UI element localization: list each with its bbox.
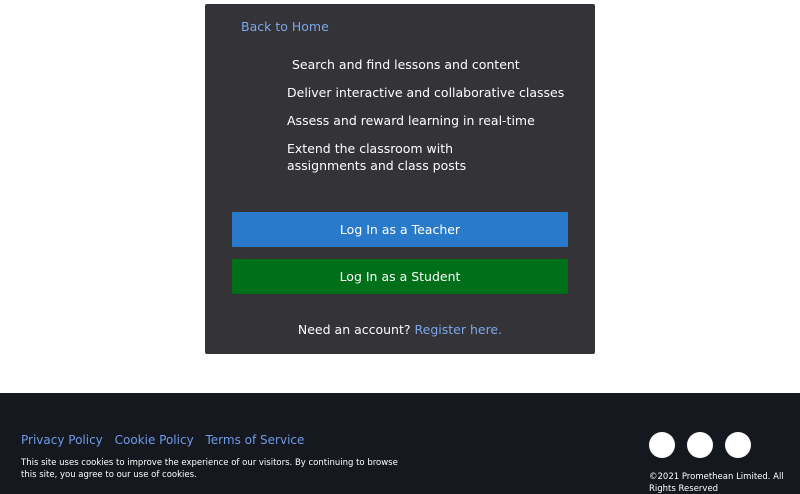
- register-link[interactable]: Register here.: [415, 322, 503, 337]
- page: Back to Home Search and find lessons and…: [0, 0, 800, 494]
- social-icon[interactable]: [725, 432, 751, 458]
- social-icon[interactable]: [649, 432, 675, 458]
- cookie-notice: This site uses cookies to improve the ex…: [21, 458, 398, 480]
- teacher-login-button[interactable]: Log In as a Teacher: [232, 212, 568, 247]
- social-links: [649, 432, 751, 458]
- feature-item: Search and find lessons and content: [292, 57, 520, 72]
- feature-item: Extend the classroom with assignments an…: [287, 141, 467, 173]
- copyright-text: ©2021 Promethean Limited. All Rights Res…: [649, 472, 784, 494]
- student-login-button[interactable]: Log In as a Student: [232, 259, 568, 294]
- feature-item: Deliver interactive and collaborative cl…: [287, 85, 565, 100]
- footer: Privacy Policy Cookie Policy Terms of Se…: [0, 393, 800, 494]
- feature-item: Assess and reward learning in real-time: [287, 113, 535, 128]
- cookie-policy-link[interactable]: Cookie Policy: [115, 433, 194, 447]
- terms-of-service-link[interactable]: Terms of Service: [206, 433, 305, 447]
- footer-links: Privacy Policy Cookie Policy Terms of Se…: [21, 433, 312, 447]
- register-prompt-text: Need an account?: [297, 322, 411, 337]
- privacy-policy-link[interactable]: Privacy Policy: [21, 433, 103, 447]
- back-to-home-link[interactable]: Back to Home: [241, 19, 329, 34]
- social-icon[interactable]: [687, 432, 713, 458]
- register-prompt: Need an account? Register here.: [205, 322, 595, 337]
- login-card: Back to Home Search and find lessons and…: [205, 4, 595, 354]
